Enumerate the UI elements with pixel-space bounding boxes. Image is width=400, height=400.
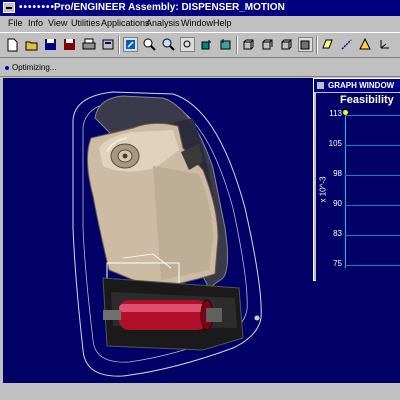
status-message: Optimizing... (12, 63, 57, 72)
feasibility-graph: Feasibility x 10^-3 113 105 98 90 83 75 (316, 93, 400, 281)
window-title: Pro/ENGINEER Assembly: DISPENSER_MOTION (54, 2, 285, 13)
shading-icon[interactable] (298, 37, 313, 52)
hidden-line-icon[interactable] (260, 37, 275, 52)
orient-icon[interactable] (199, 37, 214, 52)
menu-utilities[interactable]: Utilities (71, 16, 100, 31)
bottom-frame (0, 383, 400, 400)
zoom-in-icon[interactable] (142, 37, 157, 52)
open-icon[interactable] (24, 37, 39, 52)
data-point-marker (343, 110, 348, 115)
graph-window-title: GRAPH WINDOW (328, 81, 395, 90)
y-tick-label: 105 (328, 139, 342, 148)
toolbar-separator (118, 36, 120, 54)
graph-window-menu-icon[interactable] (317, 82, 324, 89)
menu-file[interactable]: File (8, 16, 23, 31)
toolbar-separator (316, 36, 318, 54)
zoom-out-icon[interactable] (161, 37, 176, 52)
no-hidden-icon[interactable] (279, 37, 294, 52)
gridline (345, 265, 400, 266)
gridline (345, 235, 400, 236)
datum-axes-icon[interactable] (339, 37, 354, 52)
y-tick-label: 75 (333, 259, 342, 268)
repaint-icon[interactable] (123, 37, 138, 52)
title-dots: •••••••• (19, 2, 56, 13)
y-tick-label: 90 (333, 199, 342, 208)
gridline (345, 145, 400, 146)
y-tick-label: 113 (329, 109, 342, 118)
menu-applications[interactable]: Applications (101, 16, 150, 31)
message-area: Optimizing... (0, 59, 400, 77)
graph-window-titlebar: GRAPH WINDOW (314, 79, 400, 92)
print-setup-icon[interactable] (100, 37, 115, 52)
menu-window[interactable]: Window (181, 16, 213, 31)
menu-view[interactable]: View (48, 16, 67, 31)
y-tick-label: 83 (333, 229, 342, 238)
toolbar (0, 32, 400, 58)
graph-heading: Feasibility (340, 94, 394, 106)
new-icon[interactable] (5, 37, 20, 52)
refit-icon[interactable] (180, 37, 195, 52)
saved-views-icon[interactable] (218, 37, 233, 52)
save-as-icon[interactable] (62, 37, 77, 52)
save-icon[interactable] (43, 37, 58, 52)
menu-help[interactable]: Help (213, 16, 232, 31)
gridline (345, 175, 400, 176)
system-menu-icon[interactable] (3, 2, 15, 13)
print-icon[interactable] (81, 37, 96, 52)
toolbar-separator (236, 36, 238, 54)
graph-window[interactable]: GRAPH WINDOW Feasibility x 10^-3 113 105… (313, 78, 400, 281)
status-bullet-icon (5, 66, 9, 70)
menu-analysis[interactable]: Analysis (146, 16, 180, 31)
wireframe-icon[interactable] (241, 37, 256, 52)
menu-bar: File Info View Utilities Applications An… (0, 16, 400, 31)
y-axis-line (345, 112, 346, 268)
menu-info[interactable]: Info (28, 16, 43, 31)
title-bar: •••••••• Pro/ENGINEER Assembly: DISPENSE… (0, 0, 400, 16)
gridline (345, 205, 400, 206)
y-tick-label: 98 (333, 169, 342, 178)
datum-points-icon[interactable] (358, 37, 373, 52)
gridline (345, 115, 400, 116)
coordinate-systems-icon[interactable] (377, 37, 392, 52)
datum-planes-icon[interactable] (320, 37, 335, 52)
